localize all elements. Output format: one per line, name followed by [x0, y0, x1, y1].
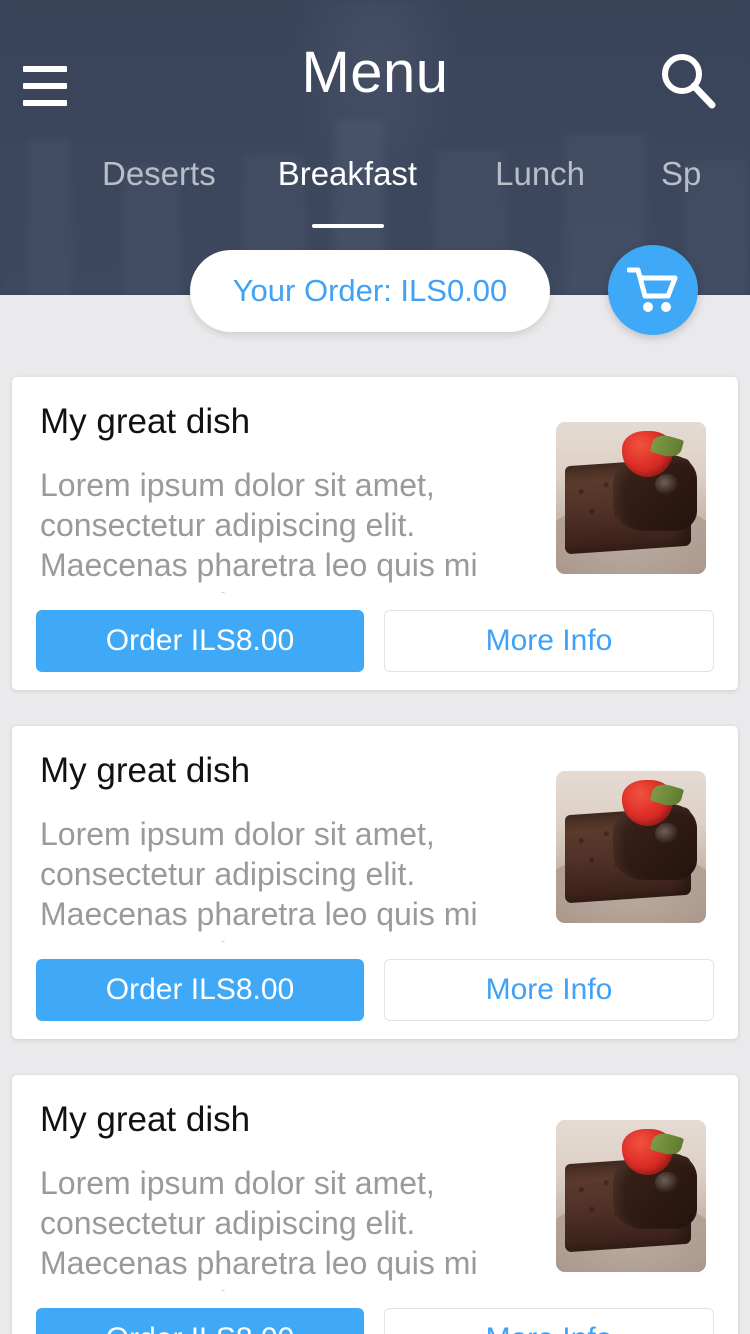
order-button[interactable]: Order ILS8.00: [36, 1308, 364, 1334]
dish-card[interactable]: My great dish Lorem ipsum dolor sit amet…: [12, 377, 738, 690]
chocolate-cake-illustration: [556, 422, 706, 574]
page-title: Menu: [301, 40, 449, 105]
tab-label: Lunch: [495, 155, 586, 192]
more-info-button[interactable]: More Info: [384, 610, 714, 672]
dish-description: Lorem ipsum dolor sit amet, consectetur …: [40, 1165, 478, 1291]
dish-action-row: Order ILS8.00 More Info: [36, 959, 714, 1021]
chocolate-cake-illustration: [556, 771, 706, 923]
dish-card[interactable]: My great dish Lorem ipsum dolor sit amet…: [12, 726, 738, 1039]
shopping-cart-button[interactable]: [608, 245, 698, 335]
dish-list[interactable]: My great dish Lorem ipsum dolor sit amet…: [0, 295, 750, 1334]
tab-deserts[interactable]: Deserts: [102, 155, 216, 192]
order-button[interactable]: Order ILS8.00: [36, 610, 364, 672]
category-tab-strip[interactable]: ks Deserts Breakfast Lunch Sp: [0, 155, 750, 238]
dish-description: Lorem ipsum dolor sit amet, consectetur …: [40, 816, 478, 942]
tab-label: Breakfast: [277, 155, 418, 192]
chocolate-cake-illustration: [556, 1120, 706, 1272]
active-tab-indicator: [311, 224, 384, 229]
dish-card[interactable]: My great dish Lorem ipsum dolor sit amet…: [12, 1075, 738, 1334]
more-info-button[interactable]: More Info: [384, 959, 714, 1021]
dish-description: Lorem ipsum dolor sit amet, consectetur …: [40, 467, 478, 593]
tab-lunch[interactable]: Lunch: [495, 155, 586, 192]
dish-title: My great dish: [40, 1100, 251, 1139]
shopping-cart-icon: [627, 267, 678, 312]
dish-title: My great dish: [40, 402, 251, 441]
app-root: Menu ks Deserts Breakfast: [0, 0, 750, 1334]
dish-thumbnail-image: [556, 1120, 706, 1272]
dish-action-row: Order ILS8.00 More Info: [36, 1308, 714, 1334]
ganache-highlight: [655, 1171, 679, 1193]
tab-specials[interactable]: Sp: [661, 156, 731, 192]
ganache-highlight: [655, 822, 679, 844]
ganache-highlight: [655, 473, 679, 495]
order-total-label: Your Order: ILS0.00: [232, 273, 508, 308]
your-order-total-pill[interactable]: Your Order: ILS0.00: [190, 250, 550, 332]
search-icon[interactable]: [656, 48, 720, 112]
tab-label: Sp: [661, 156, 702, 192]
tab-drinks[interactable]: ks: [0, 156, 42, 192]
dish-title: My great dish: [40, 751, 251, 790]
dish-thumbnail-image: [556, 422, 706, 574]
dish-thumbnail-image: [556, 771, 706, 923]
more-info-button[interactable]: More Info: [384, 1308, 714, 1334]
search-glyph: [662, 54, 716, 109]
tab-breakfast[interactable]: Breakfast: [277, 155, 418, 229]
order-button[interactable]: Order ILS8.00: [36, 959, 364, 1021]
dish-action-row: Order ILS8.00 More Info: [36, 610, 714, 672]
tab-label: Deserts: [102, 155, 216, 192]
